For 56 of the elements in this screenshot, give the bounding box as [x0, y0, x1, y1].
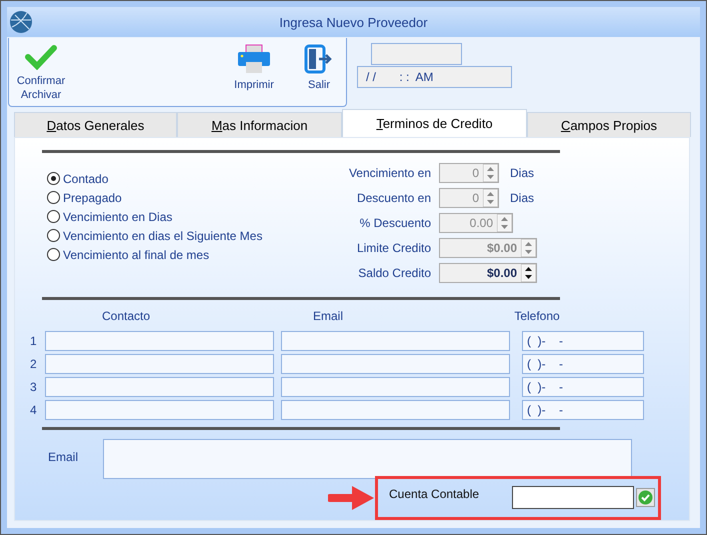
globe-icon — [9, 10, 33, 34]
phone-field[interactable]: ( )- - — [522, 354, 644, 374]
row-number: 4 — [30, 403, 38, 418]
datetime-field[interactable]: / / : : AM — [357, 66, 512, 88]
email-field[interactable] — [281, 377, 510, 398]
tab[interactable]: Campos Propios — [527, 112, 691, 137]
column-header: Email — [312, 309, 344, 324]
payment-radio[interactable]: Prepagado — [47, 190, 327, 206]
phone-field[interactable]: ( )- - — [522, 400, 644, 420]
row-number: 1 — [30, 334, 38, 348]
row-number: 2 — [30, 357, 38, 372]
account-field[interactable] — [512, 486, 634, 510]
spinner-arrows-icon — [483, 188, 498, 207]
payment-radio[interactable]: Contado — [47, 170, 327, 187]
spinner-arrows-icon — [497, 214, 512, 232]
field-label: Limite Credito — [356, 240, 431, 255]
column-header: Contacto — [100, 309, 152, 324]
field-label: Email — [47, 448, 80, 466]
contact-field[interactable] — [45, 354, 274, 374]
unit-label: Dias — [510, 166, 534, 180]
check-circle-icon[interactable] — [636, 488, 655, 508]
contact-field[interactable] — [45, 331, 274, 352]
spinner-arrows-icon — [521, 264, 536, 282]
field-label: Cuenta Contable — [389, 486, 480, 501]
checkmark-icon — [25, 44, 57, 70]
field-label: Vencimiento en — [348, 166, 431, 180]
spinner-arrows-icon — [521, 238, 536, 257]
phone-field[interactable]: ( )- - — [522, 377, 644, 398]
tab[interactable]: Datos Generales — [14, 112, 177, 137]
field-label: % Descuento — [358, 216, 431, 230]
contact-field[interactable] — [45, 377, 274, 398]
email-textarea[interactable] — [103, 438, 632, 479]
email-field[interactable] — [281, 331, 510, 352]
payment-radio[interactable]: Vencimiento al final de mes — [47, 246, 327, 263]
exit-door-icon — [304, 44, 334, 74]
printer-icon — [237, 44, 271, 74]
phone-field[interactable]: ( )- - — [522, 331, 644, 352]
spinner-arrows-icon — [483, 164, 498, 182]
print-button[interactable]: Imprimir — [229, 38, 279, 92]
confirm-button[interactable]: Confirmar Archivar — [13, 38, 69, 102]
spin-field[interactable]: $0.00 — [439, 262, 537, 283]
unit-label: Dias — [510, 190, 534, 205]
email-field[interactable] — [281, 354, 510, 374]
window-title: Ingresa Nuevo Proveedor — [278, 14, 429, 30]
date-field[interactable] — [371, 43, 462, 65]
exit-button[interactable]: Salir — [299, 38, 339, 92]
payment-radio[interactable]: Vencimiento en Dias — [47, 208, 327, 225]
contact-field[interactable] — [45, 400, 274, 420]
column-header: Telefono — [513, 309, 561, 324]
field-label: Descuento en — [356, 190, 431, 205]
email-field[interactable] — [281, 400, 510, 420]
tab[interactable]: Terminos de Credito — [342, 109, 527, 137]
row-number: 3 — [30, 380, 38, 394]
tab[interactable]: Mas Informacion — [177, 112, 342, 137]
field-label: Saldo Credito — [357, 266, 431, 280]
payment-radio[interactable]: Vencimiento en dias el Siguiente Mes — [47, 228, 327, 244]
